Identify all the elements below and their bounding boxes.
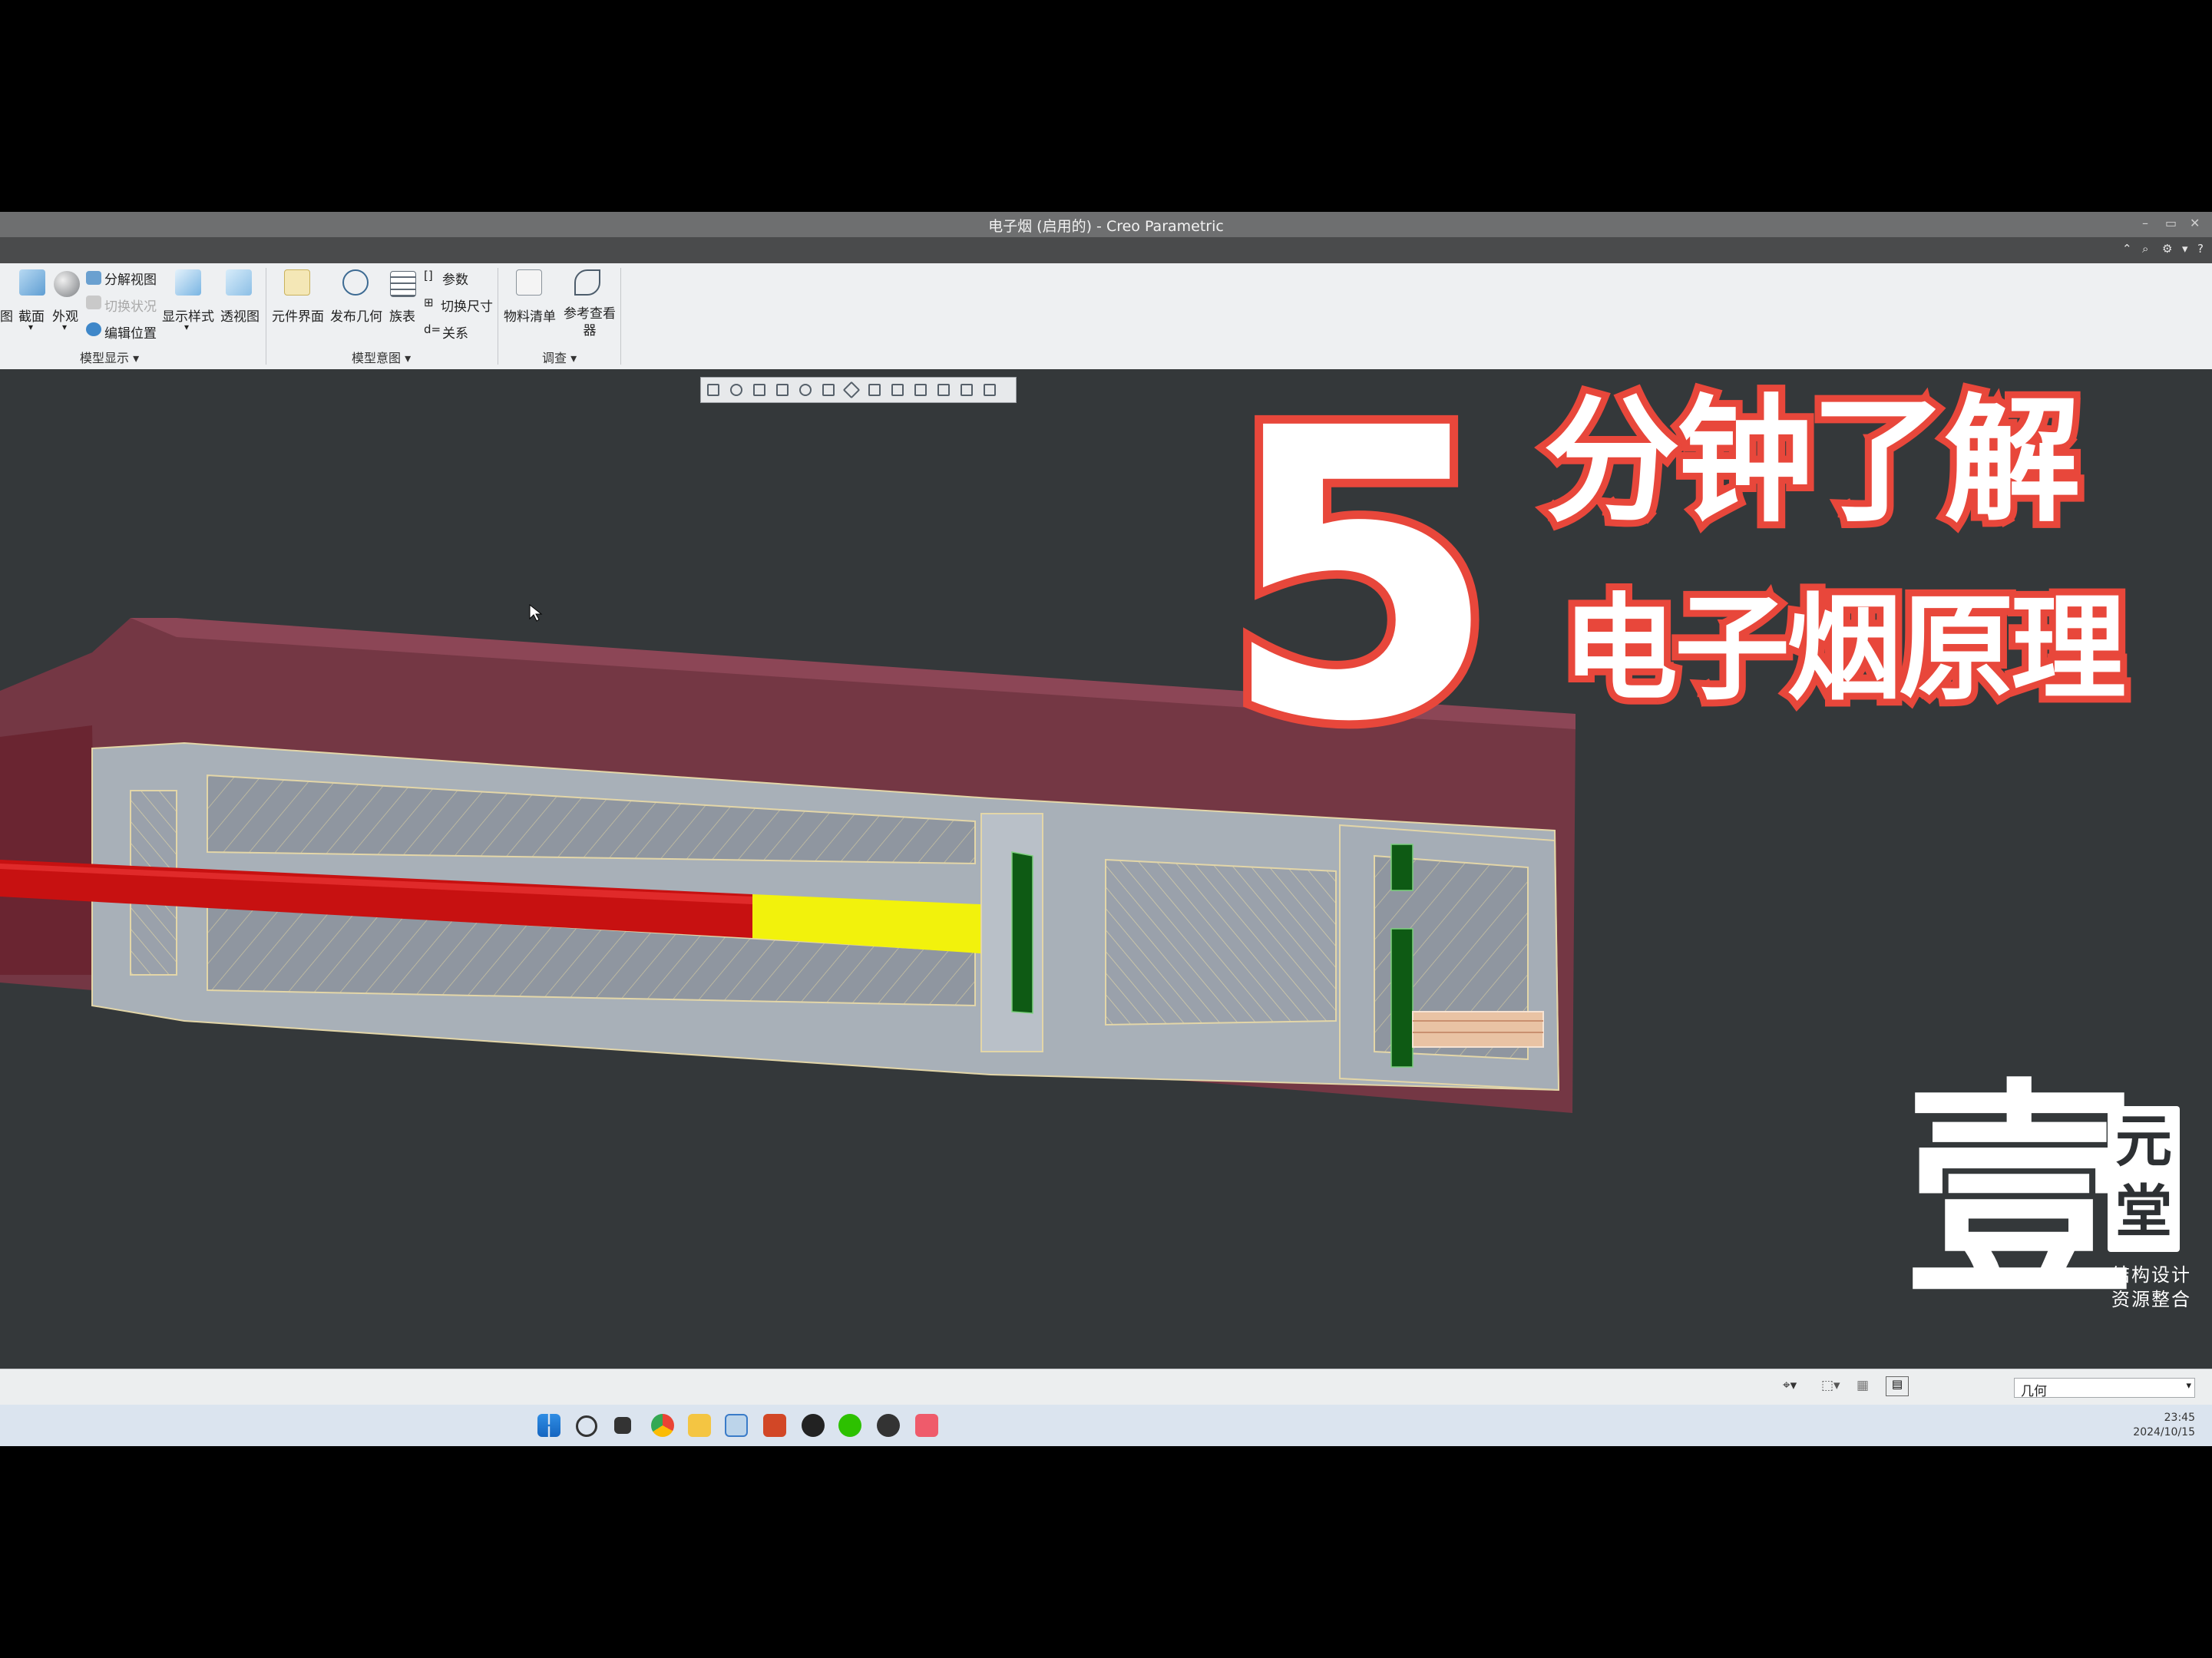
pcb-block: [1105, 858, 1337, 1026]
minimize-icon[interactable]: –: [2142, 216, 2148, 230]
group-label: 调查: [542, 351, 567, 365]
perspective-icon[interactable]: [226, 269, 252, 296]
ribbon-item-family-table[interactable]: 族表: [389, 306, 415, 325]
doc-icon[interactable]: ▤: [1886, 1376, 1909, 1396]
help-icon[interactable]: ?: [2197, 242, 2204, 256]
appearance-icon[interactable]: [54, 271, 80, 297]
ribbon-item-view[interactable]: 图: [0, 306, 13, 325]
chevron-down-icon[interactable]: ▾: [28, 322, 33, 332]
bom-icon[interactable]: [516, 269, 542, 296]
ribbon-item-toggle-state: 切换状况: [104, 299, 157, 315]
section-icon[interactable]: [19, 269, 45, 296]
edit-position-icon[interactable]: [86, 322, 101, 336]
status-bar: ⌖▾ ⬚▾ ▦ ▤ 几何 ▾: [0, 1369, 2212, 1405]
file-explorer-icon[interactable]: [688, 1414, 711, 1437]
relations-icon[interactable]: d=: [424, 322, 441, 336]
window-title-bar: 电子烟 (启用的) - Creo Parametric – ▭ ✕: [0, 212, 2212, 237]
window-title: 电子烟 (启用的) - Creo Parametric: [988, 218, 1224, 235]
ribbon-item-reference-viewer[interactable]: 参考查看器: [563, 306, 617, 339]
search-icon[interactable]: ⌕: [2142, 242, 2148, 256]
selection-filter[interactable]: 几何 ▾: [2014, 1378, 2195, 1399]
grid-icon[interactable]: ▦: [1857, 1378, 1869, 1393]
group-label: 模型意图: [352, 351, 402, 365]
app-icon[interactable]: [877, 1414, 900, 1437]
logo-side-chars: 元堂: [2115, 1108, 2172, 1245]
overlay-line1: 分钟了解: [1536, 378, 2088, 545]
divider: [620, 268, 621, 365]
find-icon[interactable]: ⌖▾: [1783, 1378, 1797, 1393]
toggle-state-icon: [86, 296, 101, 309]
reference-viewer-icon[interactable]: [574, 269, 600, 296]
overlay-number: 5: [1212, 369, 1507, 809]
parameters-icon[interactable]: []: [424, 269, 433, 282]
logo-tagline2: 资源整合: [2111, 1289, 2191, 1310]
seal-green-right-top: [1390, 844, 1413, 891]
ribbon-item-publish-geometry[interactable]: 发布几何: [330, 306, 382, 325]
clock-date: 2024/10/15: [2133, 1426, 2195, 1438]
powerpoint-icon[interactable]: [763, 1414, 786, 1437]
ribbon-item-parameters[interactable]: 参数: [442, 269, 468, 288]
display-style-icon[interactable]: [175, 269, 201, 296]
contact-pins: [1412, 1011, 1544, 1048]
ribbon: 图 截面 ▾ 外观 ▾ 分解视图 切换状况 编辑位置 显示样式 ▾ 透视图 模型…: [0, 263, 2212, 370]
overlay-line2: 电子烟原理: [1556, 577, 2133, 722]
selection-box-icon[interactable]: ⬚▾: [1821, 1378, 1840, 1393]
chrome-icon[interactable]: [651, 1414, 674, 1437]
ribbon-header-bar: ⌃ ⌕ ⚙ ▾ ?: [0, 237, 2212, 263]
mouthpiece: [0, 725, 96, 975]
search-icon[interactable]: [576, 1415, 597, 1437]
wechat-icon[interactable]: [838, 1414, 861, 1437]
restore-icon[interactable]: ▭: [2165, 216, 2177, 230]
seal-green-left: [1011, 851, 1033, 1014]
mouse-cursor: [529, 603, 543, 622]
dropdown-icon[interactable]: ▾: [2182, 242, 2188, 256]
explode-view-icon[interactable]: [86, 271, 101, 285]
publish-geometry-icon[interactable]: [342, 269, 369, 296]
seal-green-right-bottom: [1390, 928, 1413, 1068]
settings-icon[interactable]: ⚙: [2162, 242, 2172, 256]
group-label-investigate[interactable]: 调查 ▾: [542, 348, 577, 366]
logo-main-char: 壹: [1904, 1060, 2134, 1328]
app-icon-2[interactable]: [915, 1414, 938, 1437]
family-table-icon[interactable]: [390, 271, 416, 297]
ribbon-item-component-interface[interactable]: 元件界面: [272, 306, 324, 325]
component-interface-icon[interactable]: [284, 269, 310, 296]
start-icon[interactable]: [537, 1414, 560, 1437]
collapse-ribbon-icon[interactable]: ⌃: [2122, 242, 2132, 256]
group-label: 模型显示: [80, 351, 130, 365]
ribbon-item-switch-dimensions[interactable]: 切换尺寸: [441, 296, 493, 315]
selection-filter-value: 几何: [2021, 1384, 2047, 1399]
qq-icon[interactable]: [802, 1414, 825, 1437]
os-taskbar: 23:45 2024/10/15: [0, 1405, 2212, 1446]
clock-time: 23:45: [2164, 1412, 2195, 1424]
chevron-down-icon[interactable]: ▾: [184, 322, 189, 332]
task-view-icon[interactable]: [614, 1417, 631, 1434]
chevron-down-icon: ▾: [2186, 1380, 2191, 1392]
ribbon-item-perspective[interactable]: 透视图: [220, 306, 260, 325]
group-label-model-intent[interactable]: 模型意图 ▾: [352, 348, 411, 366]
ribbon-item-edit-position[interactable]: 编辑位置: [104, 322, 157, 342]
graphics-viewport[interactable]: 5 分钟了解 电子烟原理 壹 元堂 结构设计 资源整合: [0, 369, 2212, 1369]
creo-icon[interactable]: [725, 1414, 748, 1437]
close-icon[interactable]: ✕: [2190, 216, 2200, 230]
ribbon-item-relations[interactable]: 关系: [442, 322, 468, 342]
logo-tagline1: 结构设计: [2111, 1264, 2191, 1286]
switch-dimensions-icon[interactable]: ⊞: [424, 296, 434, 309]
ribbon-item-bom[interactable]: 物料清单: [504, 306, 556, 325]
group-label-model-display[interactable]: 模型显示 ▾: [80, 348, 139, 366]
ribbon-item-explode-view[interactable]: 分解视图: [104, 269, 157, 288]
channel-logo: 壹 元堂 结构设计 资源整合: [1904, 1068, 2196, 1336]
system-clock[interactable]: 23:45 2024/10/15: [2133, 1411, 2195, 1440]
chevron-down-icon[interactable]: ▾: [62, 322, 67, 332]
